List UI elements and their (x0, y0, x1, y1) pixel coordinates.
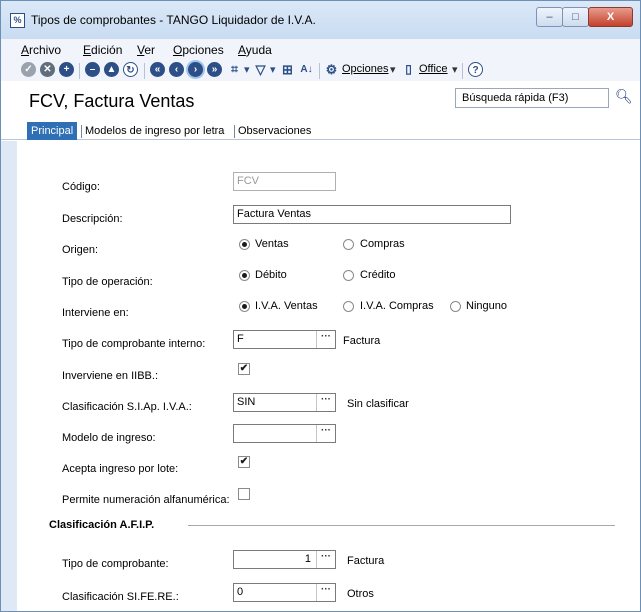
iva-compras-radio[interactable] (343, 301, 354, 312)
credito-radio[interactable] (343, 270, 354, 281)
lote-label: Acepta ingreso por lote: (62, 463, 179, 475)
iva-ventas-radio[interactable] (239, 301, 250, 312)
tipo-comprobante-lookup-button[interactable]: ··· (316, 551, 335, 568)
iibb-checkbox[interactable]: ✔ (238, 363, 250, 375)
window: % Tipos de comprobantes - TANGO Liquidad… (0, 0, 641, 612)
credito-label: Crédito (360, 269, 396, 281)
modelo-label: Modelo de ingreso: (62, 432, 156, 444)
toolbar: ✓ ✕ + – ▲ ↻ « ‹ › » ⌗ ▾ ▽ ▾ ⊞ A↓ ⚙ Opcio… (1, 59, 640, 81)
cancel-circle-icon[interactable]: ✕ (40, 62, 55, 77)
maximize-button[interactable]: □ (562, 7, 589, 27)
debito-radio[interactable] (239, 270, 250, 281)
last-record-icon[interactable]: » (207, 62, 222, 77)
afip-section-title: Clasificación A.F.I.P. (49, 519, 155, 531)
opciones-button[interactable]: Opciones (342, 63, 388, 75)
toolbar-separator (79, 63, 80, 79)
window-title: Tipos de comprobantes - TANGO Liquidador… (31, 13, 316, 27)
prev-record-icon[interactable]: ‹ (169, 62, 184, 77)
binoculars-icon[interactable]: ⌗ (227, 62, 242, 77)
clasif-sifere-desc: Otros (347, 588, 374, 600)
first-record-icon[interactable]: « (150, 62, 165, 77)
origen-label: Origen: (62, 244, 99, 256)
up-circle-icon[interactable]: ▲ (104, 62, 119, 77)
descripcion-label: Descripción: (62, 213, 123, 225)
menu-opciones[interactable]: Opciones (173, 43, 224, 57)
toolbar-separator (144, 63, 145, 79)
next-record-icon[interactable]: › (188, 62, 203, 77)
app-icon: % (10, 13, 25, 28)
tipo-operacion-label: Tipo de operación: (62, 276, 153, 288)
office-icon[interactable]: ▯ (401, 62, 416, 77)
modelo-lookup-button[interactable]: ··· (316, 425, 335, 442)
clasif-siap-desc: Sin clasificar (347, 398, 409, 410)
search-icon[interactable]: 🔍︎ (615, 88, 633, 105)
refresh-icon[interactable]: ↻ (123, 62, 138, 77)
origen-compras-radio[interactable] (343, 239, 354, 250)
minimize-button[interactable]: – (536, 7, 563, 27)
close-button[interactable]: X (588, 7, 633, 27)
chevron-down-icon[interactable]: ▾ (452, 63, 458, 76)
clasif-siap-label: Clasificación S.I.Ap. I.V.A.: (62, 401, 192, 413)
codigo-field: FCV (233, 172, 336, 191)
toolbar-separator (462, 63, 463, 79)
page-title: FCV, Factura Ventas (29, 91, 195, 111)
chevron-down-icon[interactable]: ▾ (270, 63, 276, 76)
grid-icon[interactable]: ⊞ (280, 62, 295, 77)
gear-icon[interactable]: ⚙ (324, 62, 339, 77)
iibb-label: Inverviene en IIBB.: (62, 370, 158, 382)
tipo-comprobante-desc: Factura (347, 555, 385, 567)
tab-separator (234, 125, 235, 138)
tab-observaciones[interactable]: Observaciones (238, 122, 311, 140)
tipo-interno-label: Tipo de comprobante interno: (62, 338, 206, 350)
title-bar: % Tipos de comprobantes - TANGO Liquidad… (1, 1, 640, 39)
remove-circle-icon[interactable]: – (85, 62, 100, 77)
menu-ayuda[interactable]: Ayuda (238, 43, 272, 57)
office-button[interactable]: Office (419, 63, 448, 75)
tab-principal[interactable]: Principal (27, 122, 78, 140)
alfanum-label: Permite numeración alfanumérica: (62, 494, 230, 506)
clasif-sifere-label: Clasificación SI.FE.RE.: (62, 591, 179, 603)
menu-edicion[interactable]: Edición (83, 43, 122, 57)
interviene-label: Interviene en: (62, 307, 129, 319)
iva-ventas-label: I.V.A. Ventas (255, 300, 318, 312)
codigo-label: Código: (62, 181, 100, 193)
ninguno-radio[interactable] (450, 301, 461, 312)
origen-compras-label: Compras (360, 238, 405, 250)
search-input[interactable]: Búsqueda rápida (F3) (455, 88, 609, 108)
toolbar-separator (319, 63, 320, 79)
clasif-sifere-lookup-button[interactable]: ··· (316, 584, 335, 601)
tipo-comprobante-label: Tipo de comprobante: (62, 558, 169, 570)
ninguno-label: Ninguno (466, 300, 507, 312)
lote-checkbox[interactable]: ✔ (238, 456, 250, 468)
chevron-down-icon[interactable]: ▾ (390, 63, 396, 76)
menu-bar: Archivo Edición Ver Opciones Ayuda (1, 39, 640, 59)
add-circle-icon[interactable]: + (59, 62, 74, 77)
origen-ventas-radio[interactable] (239, 239, 250, 250)
alfanum-checkbox[interactable] (238, 488, 250, 500)
check-circle-icon[interactable]: ✓ (21, 62, 36, 77)
section-divider (188, 525, 615, 526)
tipo-interno-lookup-button[interactable]: ··· (316, 331, 335, 348)
help-icon[interactable]: ? (468, 62, 483, 77)
tab-separator (81, 125, 82, 138)
tipo-interno-desc: Factura (343, 335, 381, 347)
left-margin-bar (1, 141, 17, 611)
tab-modelos[interactable]: Modelos de ingreso por letra (85, 122, 224, 140)
menu-archivo[interactable]: Archivo (21, 43, 61, 57)
chevron-down-icon[interactable]: ▾ (244, 63, 250, 76)
origen-ventas-label: Ventas (255, 238, 289, 250)
menu-ver[interactable]: Ver (137, 43, 155, 57)
iva-compras-label: I.V.A. Compras (360, 300, 434, 312)
sort-az-icon[interactable]: A↓ (299, 62, 314, 77)
descripcion-field[interactable]: Factura Ventas (233, 205, 511, 224)
debito-label: Débito (255, 269, 287, 281)
filter-icon[interactable]: ▽ (253, 62, 268, 77)
clasif-siap-lookup-button[interactable]: ··· (316, 394, 335, 411)
